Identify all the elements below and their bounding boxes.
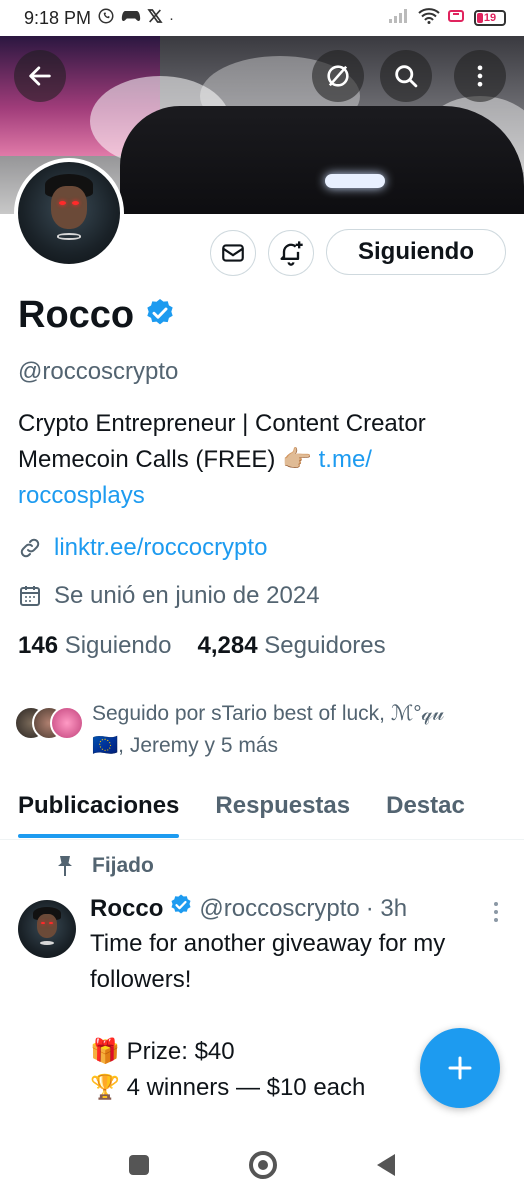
profile-tabs: Publicaciones Respuestas Destac xyxy=(0,780,524,840)
bio-line-1: Crypto Entrepreneur | Content Creator xyxy=(18,410,426,437)
verified-badge-icon xyxy=(144,297,176,334)
tab-respuestas[interactable]: Respuestas xyxy=(215,780,350,839)
followers-count: 4,284 xyxy=(197,632,258,659)
notifications-button[interactable] xyxy=(268,230,314,276)
followers-count-link[interactable]: 4,284 Seguidores xyxy=(197,632,385,660)
grok-button[interactable] xyxy=(312,50,364,102)
eu-flag-emoji: 🇪🇺 xyxy=(92,734,119,757)
followed-by[interactable]: Seguido por sTario best of luck, ℳ°𝓆𝓊 🇪🇺… xyxy=(14,698,514,762)
profile-name: Rocco xyxy=(18,294,135,336)
post-line-1: Time for another giveaway for my xyxy=(90,930,446,957)
x-logo-icon xyxy=(147,8,163,28)
followed-by-avatars xyxy=(14,706,84,742)
profile-handle: @roccoscrypto xyxy=(18,358,179,385)
pin-icon xyxy=(58,856,72,876)
post-prize: Prize: $40 xyxy=(126,1038,235,1065)
post-header: Rocco @roccoscrypto · 3h xyxy=(90,893,490,924)
compose-post-button[interactable] xyxy=(420,1028,500,1108)
bio-line-2-text: Memecoin Calls (FREE) xyxy=(18,446,276,473)
grok-icon xyxy=(327,65,349,87)
avatar xyxy=(50,706,84,740)
profile-joined-text: Se unió en junio de 2024 xyxy=(54,582,320,609)
status-bar: 9:18 PM · 19 xyxy=(0,0,524,36)
profile-name-row: Rocco xyxy=(18,294,176,337)
gift-emoji: 🎁 xyxy=(90,1038,120,1065)
system-navigation-bar xyxy=(0,1130,524,1200)
game-controller-icon xyxy=(121,8,141,28)
message-button[interactable] xyxy=(210,230,256,276)
post-time: · 3h xyxy=(365,894,408,922)
following-count-link[interactable]: 146 Siguiendo xyxy=(18,632,171,660)
pointing-hand-emoji: 👉🏼 xyxy=(282,446,312,473)
post-line-2: followers! xyxy=(90,966,192,993)
recents-button[interactable] xyxy=(129,1155,149,1175)
whatsapp-icon xyxy=(97,7,115,29)
post-author-avatar[interactable] xyxy=(18,900,76,958)
post-more-button[interactable] xyxy=(486,898,506,926)
tab-destacados[interactable]: Destac xyxy=(386,780,465,839)
back-button[interactable] xyxy=(14,50,66,102)
followed-by-line-1: Seguido por sTario best of luck, ℳ°𝓆𝓊 xyxy=(92,702,445,725)
signal-icon xyxy=(388,8,410,29)
battery-icon: 19 xyxy=(474,10,506,26)
system-back-button[interactable] xyxy=(377,1154,395,1176)
follow-counts: 146 Siguiendo 4,284 Seguidores xyxy=(18,632,386,660)
followed-by-line-2-text: , Jeremy y 5 más xyxy=(118,734,279,757)
pinned-indicator: Fijado xyxy=(56,854,154,878)
notification-dot: · xyxy=(169,9,175,27)
post-winners: 4 winners — $10 each xyxy=(126,1074,366,1101)
profile-joined-row: Se unió en junio de 2024 xyxy=(18,582,320,610)
battery-level: 19 xyxy=(483,12,497,24)
followers-label: Seguidores xyxy=(264,632,386,659)
pinned-label: Fijado xyxy=(92,854,154,877)
post-author-handle[interactable]: @roccoscrypto xyxy=(199,895,359,923)
bio-telegram-link-cont[interactable]: roccosplays xyxy=(18,478,514,514)
arrow-left-icon xyxy=(29,66,51,86)
bell-plus-icon xyxy=(280,241,303,266)
verified-badge-icon xyxy=(169,893,193,924)
calendar-icon xyxy=(20,586,40,606)
bio-telegram-link[interactable]: t.me/ xyxy=(319,446,372,473)
following-count: 146 xyxy=(18,632,59,659)
search-icon xyxy=(395,65,418,88)
profile-bio: Crypto Entrepreneur | Content Creator Me… xyxy=(18,406,514,514)
profile-avatar[interactable] xyxy=(14,158,124,268)
profile-website-link[interactable]: linktr.ee/roccocrypto xyxy=(54,534,267,562)
followed-by-text: Seguido por sTario best of luck, ℳ°𝓆𝓊 🇪🇺… xyxy=(92,698,444,762)
envelope-icon xyxy=(222,244,244,262)
profile-website-row: linktr.ee/roccocrypto xyxy=(18,534,267,562)
tab-publicaciones[interactable]: Publicaciones xyxy=(18,780,180,839)
following-button[interactable]: Siguiendo xyxy=(326,229,506,275)
more-options-button[interactable] xyxy=(454,50,506,102)
search-button[interactable] xyxy=(380,50,432,102)
alarm-icon xyxy=(448,8,466,29)
link-icon xyxy=(20,538,40,558)
following-label: Siguiendo xyxy=(64,632,172,659)
bio-line-2: Memecoin Calls (FREE) 👉🏼 t.me/ xyxy=(18,442,514,478)
plus-icon xyxy=(448,1056,472,1080)
wifi-icon xyxy=(418,7,440,29)
trophy-emoji: 🏆 xyxy=(90,1074,120,1101)
followed-by-line-2: 🇪🇺, Jeremy y 5 más xyxy=(92,730,444,762)
status-time: 9:18 PM xyxy=(24,7,92,28)
post-author-name[interactable]: Rocco xyxy=(90,895,163,923)
home-button[interactable] xyxy=(249,1151,277,1179)
more-vertical-icon xyxy=(477,65,483,87)
